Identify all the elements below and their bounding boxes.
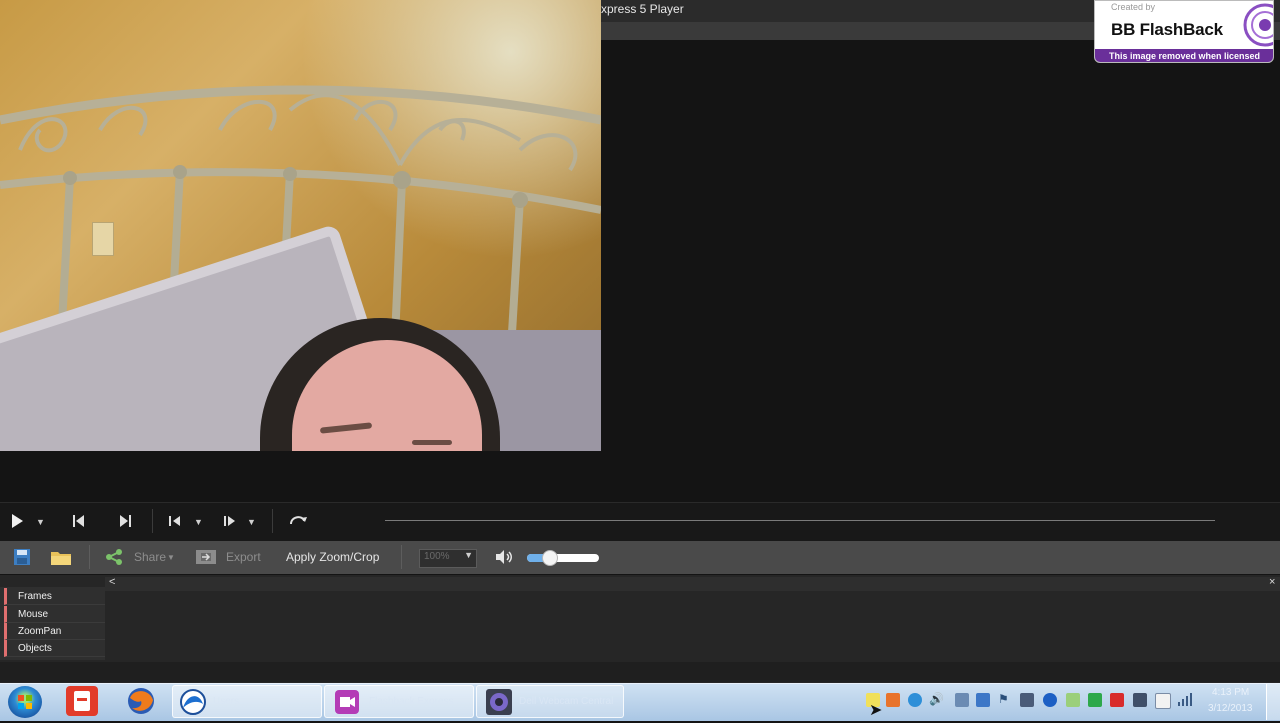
export-label: Export (226, 550, 261, 564)
clock-date[interactable]: 3/12/2013 (1208, 703, 1253, 714)
timeline-scrubber[interactable] (385, 520, 1215, 521)
device-tray-icon[interactable] (1155, 693, 1171, 709)
track-mouse[interactable]: Mouse (4, 606, 105, 623)
app-tray-icon[interactable] (886, 693, 900, 707)
computer-tray-icon[interactable] (1133, 693, 1147, 707)
taskbar-item-label: Users (213, 696, 240, 707)
show-desktop-button[interactable] (1266, 684, 1280, 720)
pdf-app-icon[interactable] (66, 686, 98, 716)
timeline-ruler[interactable] (105, 577, 1280, 591)
flag-icon[interactable]: ⚑ (998, 692, 1009, 706)
zoom-select[interactable]: 100% ▼ (419, 549, 477, 568)
flashback-app-icon (335, 690, 359, 714)
play-icon (12, 514, 23, 528)
mouse-cursor-icon: ➤ (869, 702, 883, 719)
bluetooth-icon[interactable] (1043, 693, 1057, 707)
zoom-value: 100% (424, 551, 450, 562)
taskbar-item-label: Dell Webcam Central (519, 696, 614, 707)
play-dropdown[interactable]: ▼ (36, 503, 45, 541)
export-button[interactable]: Export (195, 541, 265, 574)
display-tray-icon[interactable] (955, 693, 969, 707)
apply-zoom-crop-button[interactable]: Apply Zoom/Crop (286, 541, 379, 574)
next-frame-dropdown[interactable]: ▼ (247, 503, 256, 541)
skip-back-icon (73, 515, 84, 527)
film-icon (196, 550, 216, 564)
clock-time[interactable]: 4:13 PM (1212, 687, 1249, 698)
start-button[interactable] (8, 686, 42, 718)
scroll-left-icon[interactable]: < (109, 576, 115, 588)
firefox-icon[interactable] (125, 686, 157, 716)
track-list: Frames Mouse ZoomPan Objects (0, 587, 105, 660)
save-button[interactable] (12, 548, 32, 566)
video-frame (0, 0, 601, 451)
folder-icon (51, 552, 71, 565)
previous-frame-dropdown[interactable]: ▼ (194, 503, 203, 541)
track-zoompan[interactable]: ZoomPan (4, 623, 105, 640)
network-tray-icon[interactable] (908, 693, 922, 707)
open-button[interactable] (50, 548, 72, 566)
toolbar (0, 541, 1280, 574)
volume-tray-icon[interactable]: 🔊 (929, 692, 944, 706)
watermark-notice: This image removed when licensed (1109, 51, 1261, 61)
watermark-brand: BB FlashBack (1111, 20, 1223, 39)
alert-tray-icon[interactable] (1110, 693, 1124, 707)
loop-icon (290, 516, 307, 525)
taskbar-item-users[interactable]: Users (172, 685, 322, 718)
flashback-logo-icon (1243, 3, 1273, 47)
windows-logo-icon (18, 695, 32, 709)
taskbar-item-label: Flashback Express (369, 696, 454, 707)
track-objects[interactable]: Objects (4, 640, 105, 657)
step-forward-icon (224, 516, 235, 526)
watermark-created-by: Created by (1111, 2, 1156, 12)
window-title: xpress 5 Player (601, 2, 684, 16)
security-tray-icon[interactable] (1088, 693, 1102, 707)
track-frames[interactable]: Frames (4, 588, 105, 605)
playback-controls (0, 502, 1280, 541)
share-label: Share (134, 550, 167, 564)
close-icon[interactable]: × (1269, 576, 1275, 588)
users-app-icon (180, 689, 206, 715)
skip-forward-icon (120, 515, 131, 527)
share-icon (106, 549, 122, 565)
signal-icon[interactable] (1177, 692, 1193, 706)
taskbar-item-webcam[interactable]: Dell Webcam Central (476, 685, 624, 718)
arrow-tray-icon[interactable] (976, 693, 990, 707)
status-strip (0, 662, 1280, 682)
sync-tray-icon[interactable] (1066, 693, 1080, 707)
monitor-tray-icon[interactable] (1020, 693, 1034, 707)
speaker-icon (496, 550, 512, 564)
save-icon (14, 549, 30, 565)
taskbar-item-flashback[interactable]: Flashback Express (324, 685, 474, 718)
volume-button[interactable] (494, 549, 514, 570)
webcam-app-icon (486, 689, 512, 715)
volume-slider-thumb[interactable] (541, 550, 558, 566)
share-dropdown-icon: ▼ (167, 553, 175, 562)
chevron-down-icon: ▼ (464, 550, 473, 560)
watermark: Created by BB FlashBack This image remov… (1094, 0, 1274, 63)
step-back-icon (169, 516, 180, 526)
